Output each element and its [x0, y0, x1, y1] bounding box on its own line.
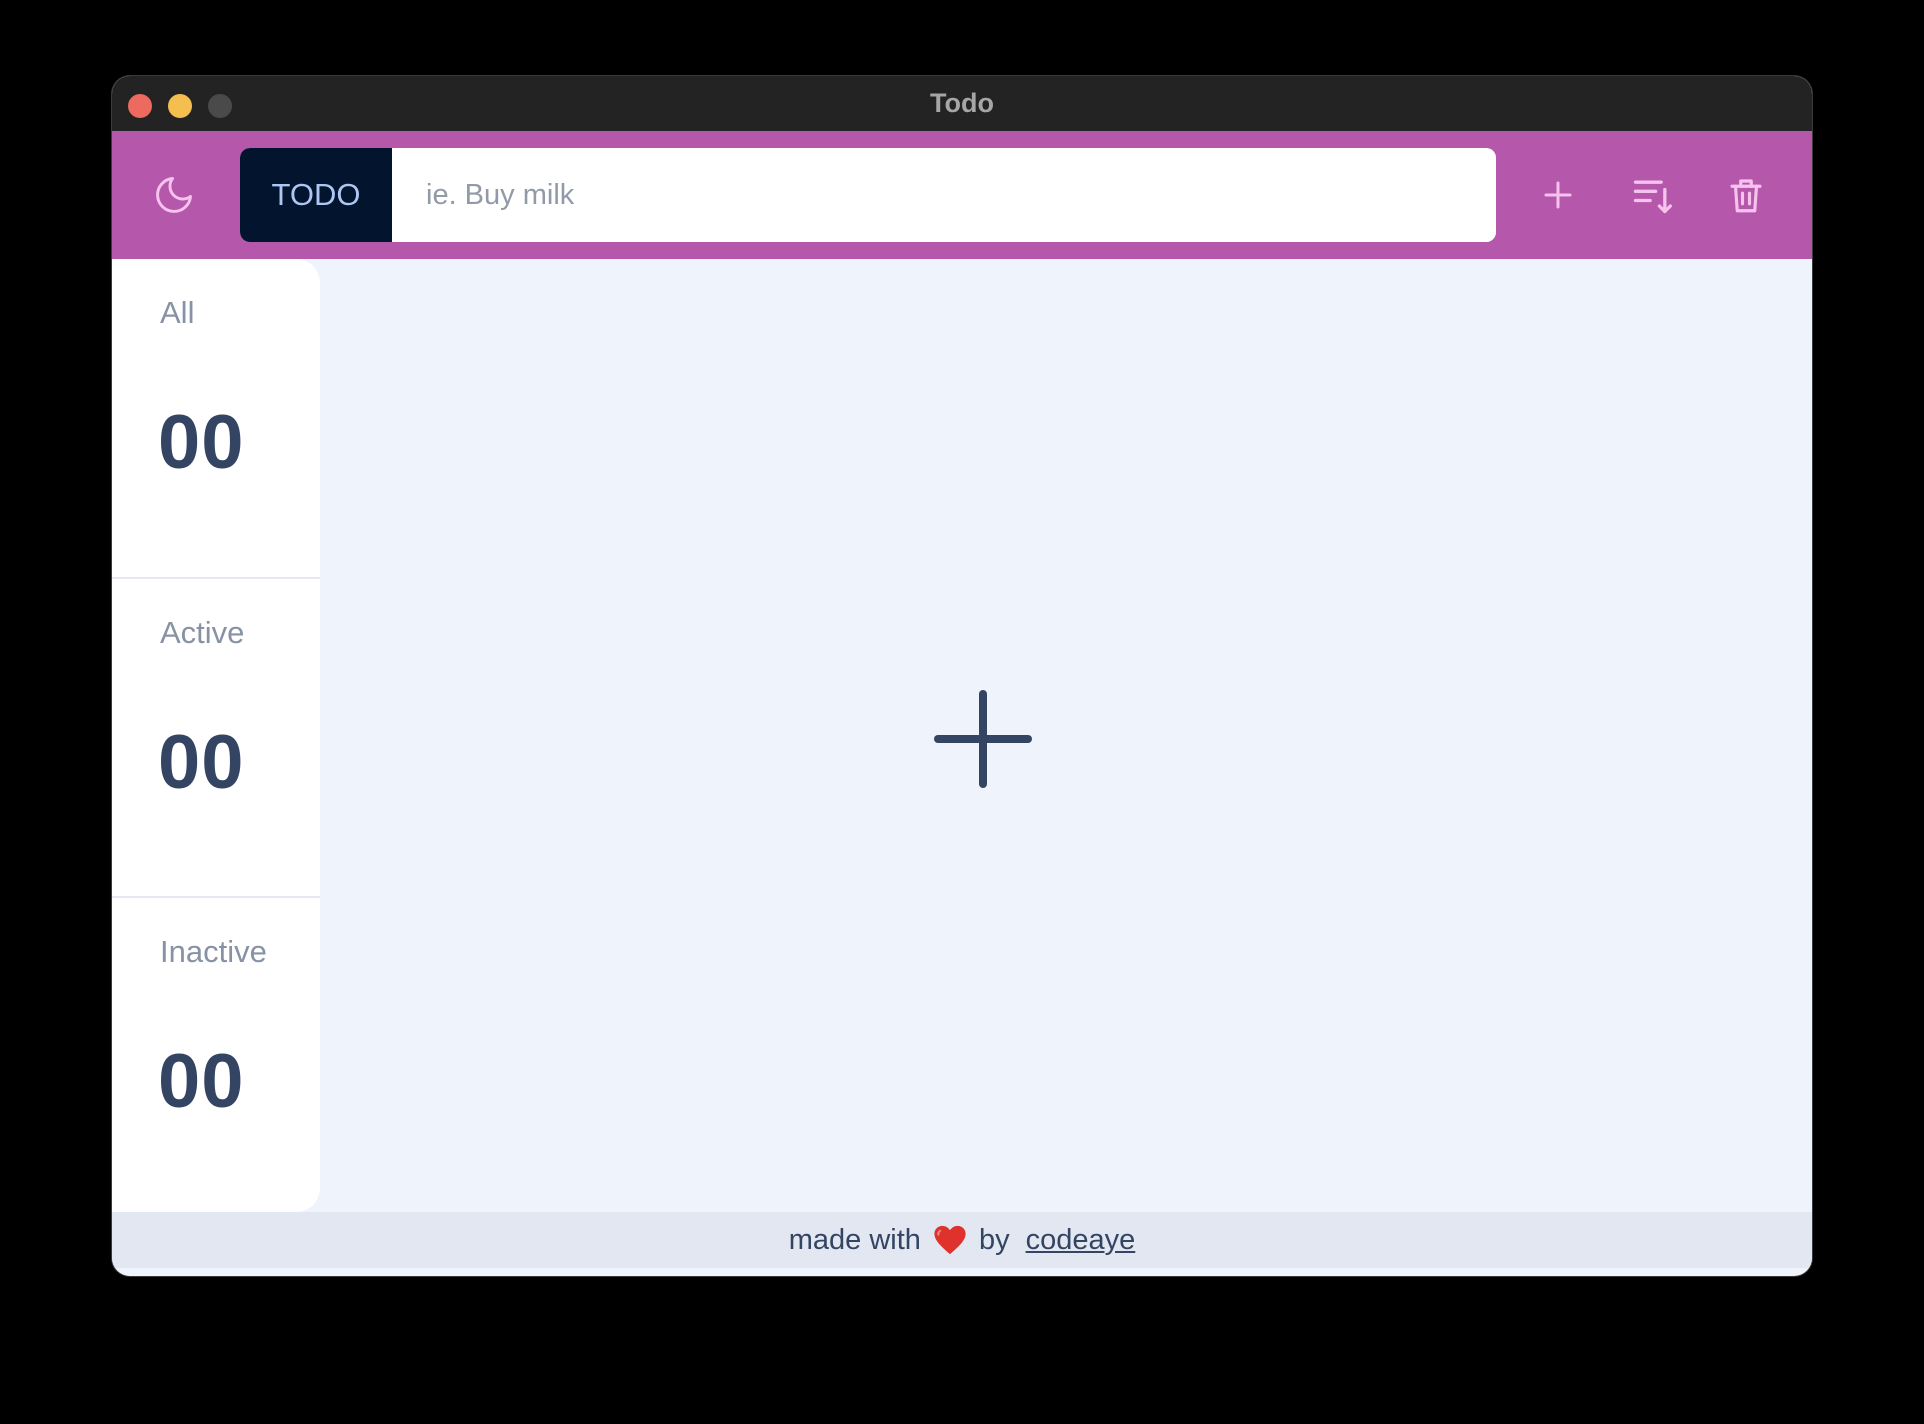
filter-inactive-label: Inactive: [160, 934, 267, 969]
footer-prefix: made with: [788, 1223, 921, 1256]
add-todo-button[interactable]: [1534, 171, 1582, 219]
author-link[interactable]: codeaye: [1026, 1224, 1136, 1257]
stats-sidebar: All 00 Active 00 Inactive 00: [112, 259, 320, 1212]
sort-icon: [1633, 180, 1672, 214]
moon-icon: [156, 177, 192, 213]
filter-active-label: Active: [160, 615, 245, 650]
title-bar: Todo: [112, 76, 1812, 131]
todo-tag-label: TODO: [240, 148, 392, 242]
filter-all[interactable]: All 00: [112, 259, 320, 577]
heart-icon: [933, 1224, 967, 1256]
plus-icon: [1544, 181, 1572, 209]
add-first-todo-button[interactable]: [919, 675, 1047, 803]
trash-icon: [1730, 179, 1762, 213]
app-header: TODO: [112, 131, 1812, 259]
filter-active-count: 00: [158, 720, 245, 805]
app-window: Todo TODO ie. Buy milk All 00 Active 00 …: [112, 76, 1812, 1276]
theme-toggle-button[interactable]: [150, 171, 198, 219]
filter-active[interactable]: Active 00: [112, 577, 320, 897]
filter-all-count: 00: [158, 400, 245, 485]
filter-inactive[interactable]: Inactive 00: [112, 896, 320, 1216]
window-title: Todo: [930, 88, 994, 118]
delete-all-button[interactable]: [1722, 171, 1770, 219]
plus-icon: [934, 690, 1032, 788]
sort-button[interactable]: [1628, 171, 1676, 219]
filter-inactive-count: 00: [158, 1039, 245, 1124]
todo-input[interactable]: [392, 148, 1496, 242]
todo-list-area: [320, 259, 1812, 1212]
footer: made with by codeaye: [112, 1212, 1812, 1268]
todo-input-group: TODO: [240, 148, 1496, 242]
filter-all-label: All: [160, 295, 195, 330]
footer-by: by: [978, 1223, 1010, 1256]
